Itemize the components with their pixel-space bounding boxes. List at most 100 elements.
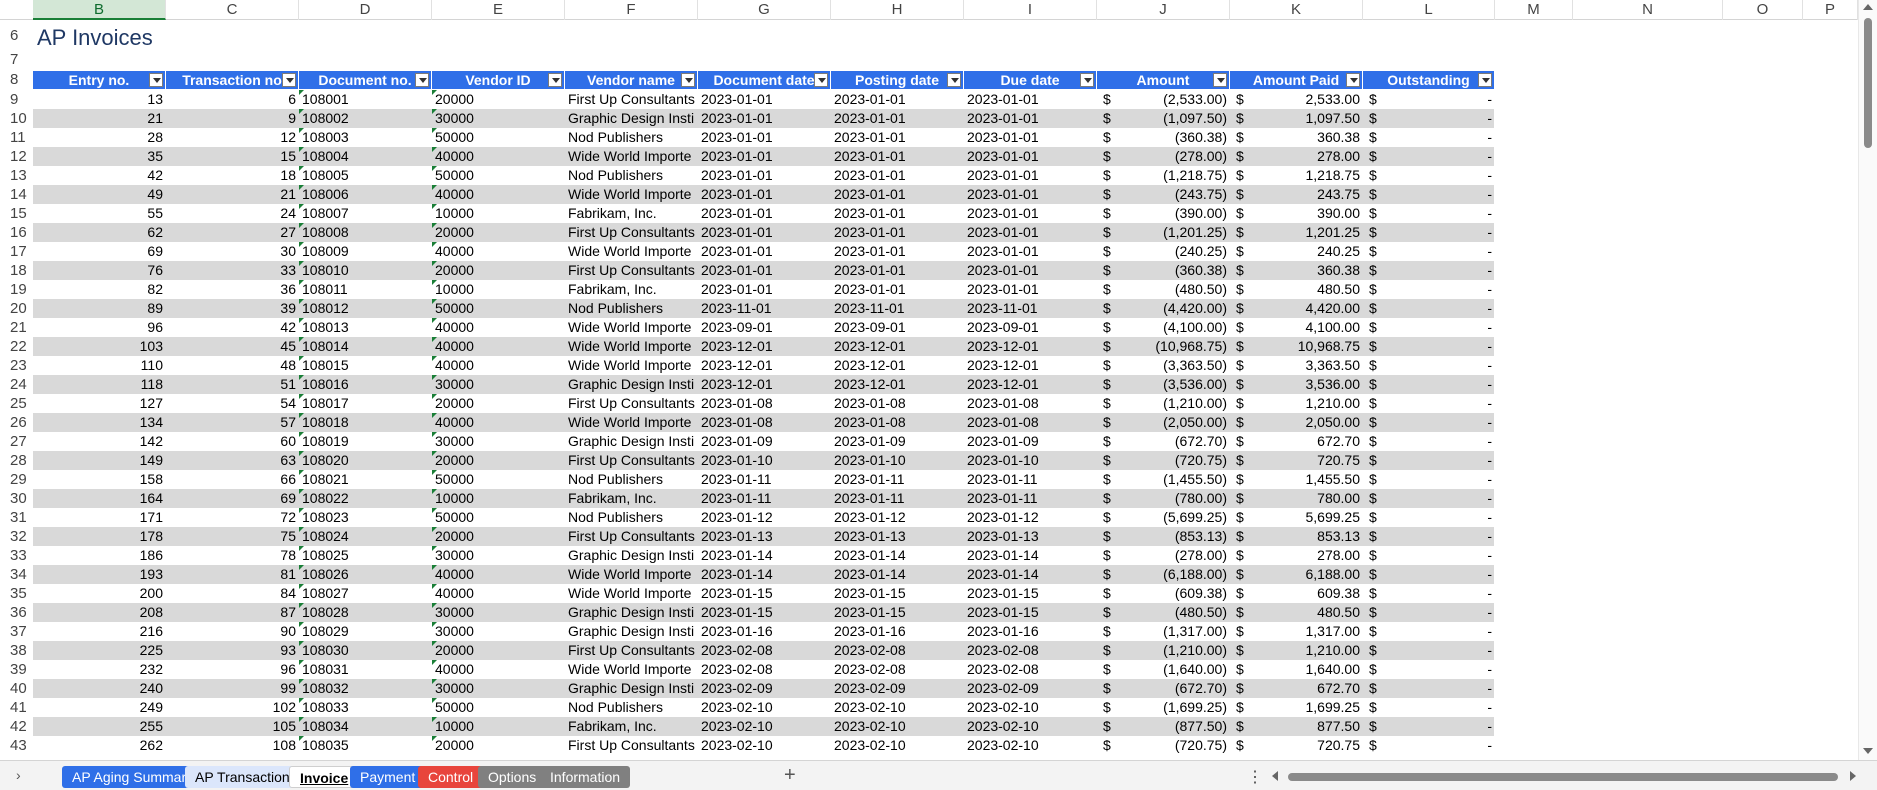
cell-due[interactable]: 2023-01-13 bbox=[964, 527, 1097, 546]
cell-out[interactable]: $ - bbox=[1363, 204, 1495, 223]
cell-pdate[interactable]: 2023-09-01 bbox=[831, 318, 964, 337]
scroll-down-icon[interactable] bbox=[1863, 748, 1873, 754]
cell-vname[interactable]: Fabrikam, Inc. bbox=[565, 280, 698, 299]
table-row[interactable]: 142 60 108019 30000 Graphic Design Insti 2023… bbox=[33, 432, 1494, 451]
cell-vid[interactable]: 20000 bbox=[432, 641, 565, 660]
cell-entry[interactable]: 89 bbox=[33, 299, 166, 318]
cell-txn[interactable]: 102 bbox=[166, 698, 299, 717]
cell-txn[interactable]: 78 bbox=[166, 546, 299, 565]
cell-paid[interactable]: $672.70 bbox=[1230, 679, 1363, 698]
filter-dropdown-icon[interactable] bbox=[814, 73, 828, 87]
column-header-b[interactable]: B bbox=[33, 0, 166, 20]
cell-txn[interactable]: 48 bbox=[166, 356, 299, 375]
row-number[interactable]: 7 bbox=[0, 51, 32, 68]
cell-doc[interactable]: 108017 bbox=[299, 394, 432, 413]
cell-pdate[interactable]: 2023-01-01 bbox=[831, 185, 964, 204]
cell-vname[interactable]: First Up Consultants bbox=[565, 641, 698, 660]
cell-txn[interactable]: 87 bbox=[166, 603, 299, 622]
cell-out[interactable]: $ - bbox=[1363, 489, 1495, 508]
cell-vid[interactable]: 50000 bbox=[432, 698, 565, 717]
cell-entry[interactable]: 118 bbox=[33, 375, 166, 394]
cell-doc[interactable]: 108018 bbox=[299, 413, 432, 432]
cell-paid[interactable]: $853.13 bbox=[1230, 527, 1363, 546]
table-row[interactable]: 42 18 108005 50000 Nod Publishers 2023-01-01 2… bbox=[33, 166, 1494, 185]
row-number[interactable]: 16 bbox=[0, 224, 32, 241]
cell-amount[interactable]: $ (1,317.00) bbox=[1097, 622, 1230, 641]
cell-txn[interactable]: 24 bbox=[166, 204, 299, 223]
row-number[interactable]: 32 bbox=[0, 528, 32, 545]
cell-due[interactable]: 2023-01-01 bbox=[964, 166, 1097, 185]
cell-entry[interactable]: 149 bbox=[33, 451, 166, 470]
vertical-scroll-thumb[interactable] bbox=[1864, 18, 1872, 148]
table-row[interactable]: 255 105 108034 10000 Fabrikam, Inc. 2023-02-1… bbox=[33, 717, 1494, 736]
cell-pdate[interactable]: 2023-01-16 bbox=[831, 622, 964, 641]
cell-due[interactable]: 2023-01-14 bbox=[964, 565, 1097, 584]
table-row[interactable]: 200 84 108027 40000 Wide World Importe 2023-0… bbox=[33, 584, 1494, 603]
row-number[interactable]: 13 bbox=[0, 167, 32, 184]
cell-out[interactable]: $ - bbox=[1363, 641, 1495, 660]
table-header-cell[interactable]: Entry no. bbox=[33, 71, 166, 89]
cell-out[interactable]: $ - bbox=[1363, 185, 1495, 204]
cell-doc[interactable]: 108005 bbox=[299, 166, 432, 185]
scroll-up-icon[interactable] bbox=[1863, 4, 1873, 10]
row-number[interactable]: 6 bbox=[0, 27, 32, 44]
cell-vid[interactable]: 40000 bbox=[432, 565, 565, 584]
cell-due[interactable]: 2023-12-01 bbox=[964, 337, 1097, 356]
cell-paid[interactable]: $3,536.00 bbox=[1230, 375, 1363, 394]
cell-out[interactable]: $ - bbox=[1363, 546, 1495, 565]
cell-out[interactable]: $ - bbox=[1363, 90, 1495, 109]
cell-doc[interactable]: 108031 bbox=[299, 660, 432, 679]
cell-txn[interactable]: 21 bbox=[166, 185, 299, 204]
row-number[interactable]: 38 bbox=[0, 642, 32, 659]
table-row[interactable]: 262 108 108035 20000 First Up Consultants 202… bbox=[33, 736, 1494, 755]
cell-vname[interactable]: Wide World Importe bbox=[565, 147, 698, 166]
cell-due[interactable]: 2023-01-15 bbox=[964, 603, 1097, 622]
cell-amount[interactable]: $ (3,536.00) bbox=[1097, 375, 1230, 394]
table-row[interactable]: 158 66 108021 50000 Nod Publishers 2023-01-11… bbox=[33, 470, 1494, 489]
more-options-icon[interactable]: ⋮ bbox=[1247, 767, 1263, 787]
cell-pdate[interactable]: 2023-01-15 bbox=[831, 584, 964, 603]
cell-amount[interactable]: $ (1,218.75) bbox=[1097, 166, 1230, 185]
row-number[interactable]: 40 bbox=[0, 680, 32, 697]
horizontal-scroll-thumb[interactable] bbox=[1288, 773, 1838, 781]
cell-vid[interactable]: 50000 bbox=[432, 128, 565, 147]
cell-vid[interactable]: 40000 bbox=[432, 318, 565, 337]
cell-paid[interactable]: $1,455.50 bbox=[1230, 470, 1363, 489]
cell-out[interactable]: $ - bbox=[1363, 166, 1495, 185]
cell-paid[interactable]: $480.50 bbox=[1230, 280, 1363, 299]
table-row[interactable]: 55 24 108007 10000 Fabrikam, Inc. 2023-01-01 2… bbox=[33, 204, 1494, 223]
cell-due[interactable]: 2023-01-16 bbox=[964, 622, 1097, 641]
cell-ddate[interactable]: 2023-01-01 bbox=[698, 223, 831, 242]
column-header-l[interactable]: L bbox=[1363, 0, 1495, 20]
row-number[interactable]: 29 bbox=[0, 471, 32, 488]
cell-txn[interactable]: 51 bbox=[166, 375, 299, 394]
cell-due[interactable]: 2023-02-09 bbox=[964, 679, 1097, 698]
cell-due[interactable]: 2023-12-01 bbox=[964, 356, 1097, 375]
cell-paid[interactable]: $2,050.00 bbox=[1230, 413, 1363, 432]
cell-due[interactable]: 2023-01-11 bbox=[964, 470, 1097, 489]
cell-entry[interactable]: 171 bbox=[33, 508, 166, 527]
cell-paid[interactable]: $1,699.25 bbox=[1230, 698, 1363, 717]
row-number[interactable]: 20 bbox=[0, 300, 32, 317]
row-number[interactable]: 39 bbox=[0, 661, 32, 678]
table-row[interactable]: 96 42 108013 40000 Wide World Importe 2023-09… bbox=[33, 318, 1494, 337]
cell-entry[interactable]: 76 bbox=[33, 261, 166, 280]
cell-doc[interactable]: 108029 bbox=[299, 622, 432, 641]
cell-doc[interactable]: 108015 bbox=[299, 356, 432, 375]
cell-amount[interactable]: $ (4,420.00) bbox=[1097, 299, 1230, 318]
cell-pdate[interactable]: 2023-01-11 bbox=[831, 470, 964, 489]
sheet-tab[interactable]: Invoice bbox=[289, 766, 360, 788]
cell-amount[interactable]: $ (1,640.00) bbox=[1097, 660, 1230, 679]
row-number[interactable]: 22 bbox=[0, 338, 32, 355]
cell-txn[interactable]: 93 bbox=[166, 641, 299, 660]
table-row[interactable]: 110 48 108015 40000 Wide World Importe 2023-1… bbox=[33, 356, 1494, 375]
cell-vname[interactable]: Nod Publishers bbox=[565, 508, 698, 527]
cell-paid[interactable]: $609.38 bbox=[1230, 584, 1363, 603]
cell-out[interactable]: $ - bbox=[1363, 413, 1495, 432]
cell-amount[interactable]: $ (480.50) bbox=[1097, 603, 1230, 622]
row-number[interactable]: 35 bbox=[0, 585, 32, 602]
cell-doc[interactable]: 108034 bbox=[299, 717, 432, 736]
cell-vid[interactable]: 30000 bbox=[432, 109, 565, 128]
horizontal-scrollbar[interactable] bbox=[1270, 767, 1862, 785]
column-header-e[interactable]: E bbox=[432, 0, 565, 20]
